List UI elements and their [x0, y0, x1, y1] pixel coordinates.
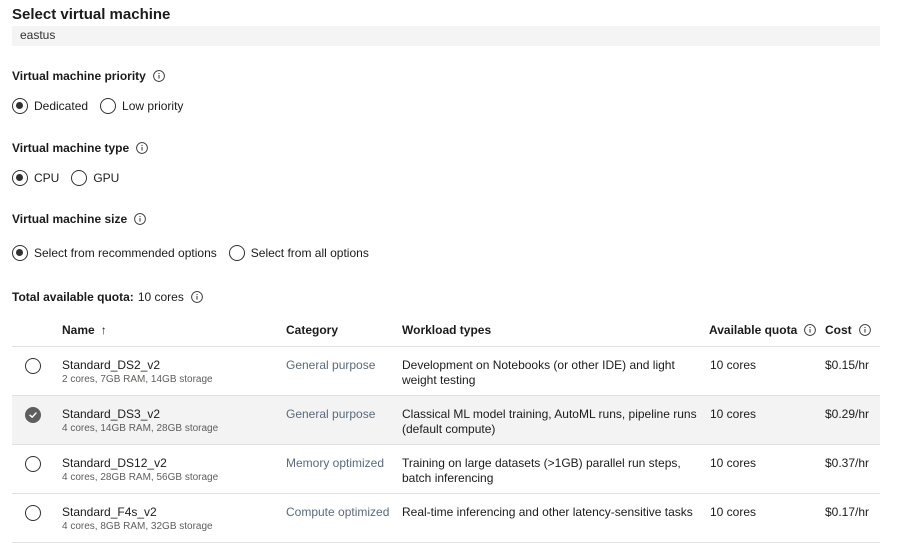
radio-button[interactable]: [12, 170, 28, 186]
column-header-workload[interactable]: Workload types: [402, 323, 491, 337]
vm-workload: Development on Notebooks (or other IDE) …: [402, 358, 675, 387]
vm-quota: 10 cores: [710, 358, 757, 372]
info-icon[interactable]: [190, 291, 203, 303]
radio-button[interactable]: [12, 245, 28, 261]
table-row[interactable]: Standard_DS2_v2 2 cores, 7GB RAM, 14GB s…: [12, 347, 880, 396]
table-row[interactable]: Standard_DS3_v2 4 cores, 14GB RAM, 28GB …: [12, 396, 880, 445]
row-select-radio[interactable]: [25, 407, 41, 423]
page-title: Select virtual machine: [12, 6, 171, 23]
vm-cost: $0.15/hr: [825, 358, 870, 372]
vm-workload: Real-time inferencing and other latency-…: [402, 505, 693, 519]
quota-value: 10 cores: [137, 290, 184, 304]
vm-workload: Training on large datasets (>1GB) parall…: [402, 456, 681, 485]
total-quota: Total available quota: 10 cores: [12, 290, 203, 304]
vm-specs: 2 cores, 7GB RAM, 14GB storage: [62, 374, 213, 385]
vm-name: Standard_DS2_v2: [62, 358, 161, 372]
type-cpu-option[interactable]: CPU: [12, 170, 59, 186]
vm-name-cell: Standard_DS12_v2 4 cores, 28GB RAM, 56GB…: [62, 456, 218, 483]
type-radio-group: CPU GPU: [12, 170, 131, 186]
row-select-radio[interactable]: [25, 358, 41, 374]
column-header-name[interactable]: Name ↑: [62, 323, 107, 337]
vm-specs: 4 cores, 28GB RAM, 56GB storage: [62, 472, 219, 483]
region-value: eastus: [20, 28, 56, 42]
size-radio-group: Select from recommended options Select f…: [12, 245, 381, 261]
vm-quota: 10 cores: [710, 407, 757, 421]
info-icon[interactable]: [134, 213, 147, 225]
info-icon[interactable]: [152, 70, 165, 82]
vm-cost: $0.17/hr: [825, 505, 870, 519]
priority-low-option[interactable]: Low priority: [100, 98, 183, 114]
priority-section-label: Virtual machine priority: [12, 69, 165, 83]
priority-dedicated-option[interactable]: Dedicated: [12, 98, 88, 114]
vm-category: Compute optimized: [286, 505, 390, 519]
vm-size-table: Name ↑ Category Workload types Available…: [12, 318, 880, 543]
table-row[interactable]: Standard_DS12_v2 4 cores, 28GB RAM, 56GB…: [12, 445, 880, 494]
quota-label: Total available quota:: [12, 290, 134, 304]
vm-specs: 4 cores, 14GB RAM, 28GB storage: [62, 423, 219, 434]
vm-quota: 10 cores: [710, 456, 757, 470]
vm-name: Standard_DS3_v2: [62, 407, 161, 421]
vm-specs: 4 cores, 8GB RAM, 32GB storage: [62, 521, 213, 532]
vm-name-cell: Standard_DS3_v2 4 cores, 14GB RAM, 28GB …: [62, 407, 218, 434]
table-header: Name ↑ Category Workload types Available…: [12, 318, 880, 347]
row-select-radio[interactable]: [25, 505, 41, 521]
radio-button[interactable]: [228, 245, 245, 261]
radio-button[interactable]: [100, 98, 117, 114]
vm-cost: $0.37/hr: [825, 456, 870, 470]
column-header-quota[interactable]: Available quota: [709, 323, 817, 337]
table-row[interactable]: Standard_F4s_v2 4 cores, 8GB RAM, 32GB s…: [12, 494, 880, 543]
vm-name: Standard_F4s_v2: [62, 505, 157, 519]
vm-category: General purpose: [286, 358, 376, 372]
sort-ascending-icon: ↑: [100, 323, 107, 337]
vm-cost: $0.29/hr: [825, 407, 870, 421]
info-icon[interactable]: [136, 142, 149, 154]
size-section-label: Virtual machine size: [12, 212, 147, 226]
type-gpu-option[interactable]: GPU: [71, 170, 119, 186]
vm-workload: Classical ML model training, AutoML runs…: [402, 407, 697, 436]
radio-button[interactable]: [71, 170, 88, 186]
vm-quota: 10 cores: [710, 505, 757, 519]
vm-name-cell: Standard_F4s_v2 4 cores, 8GB RAM, 32GB s…: [62, 505, 213, 532]
region-field: eastus: [12, 26, 880, 46]
priority-radio-group: Dedicated Low priority: [12, 98, 195, 114]
vm-name-cell: Standard_DS2_v2 2 cores, 7GB RAM, 14GB s…: [62, 358, 213, 385]
info-icon[interactable]: [804, 324, 817, 336]
vm-category: Memory optimized: [286, 456, 385, 470]
column-header-category[interactable]: Category: [286, 323, 338, 337]
info-icon[interactable]: [858, 324, 871, 336]
type-section-label: Virtual machine type: [12, 141, 149, 155]
column-header-cost[interactable]: Cost: [825, 323, 871, 337]
radio-button[interactable]: [12, 98, 28, 114]
row-select-radio[interactable]: [25, 456, 41, 472]
checkmark-icon: [29, 412, 37, 418]
size-all-option[interactable]: Select from all options: [228, 245, 369, 261]
vm-name: Standard_DS12_v2: [62, 456, 167, 470]
size-recommended-option[interactable]: Select from recommended options: [12, 245, 217, 261]
vm-category: General purpose: [286, 407, 376, 421]
